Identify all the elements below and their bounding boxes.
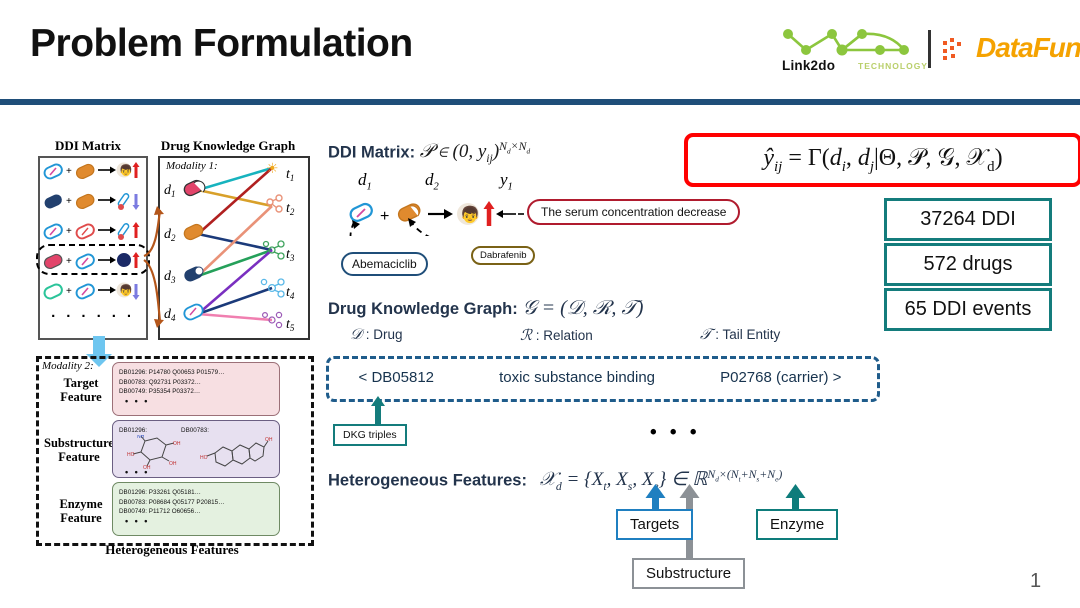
ddi-rows-ellipsis: · · · · · · [51, 308, 135, 325]
heterogeneous-features-label: Heterogeneous Features: [328, 471, 527, 490]
svg-text:HO: HO [200, 455, 208, 461]
dkg-definition: Drug Knowledge Graph: 𝒢 = (𝒟, ℛ, 𝒯) [328, 297, 643, 320]
dkg-domain-text: Drug [373, 327, 403, 342]
ddi-row-1: + 👦 [43, 162, 140, 180]
ddi-row-3: + [43, 222, 140, 240]
highlighted-ddi-row-outline [36, 244, 150, 275]
svg-text:HO: HO [127, 452, 135, 458]
dkg-definition-formula: 𝒢 = (𝒟, ℛ, 𝒯) [522, 297, 644, 319]
enzyme-feature-line-2: DB00783: P08684 Q05177 P20815… [119, 498, 225, 506]
header-divider [0, 99, 1080, 105]
d2-variable-label: d2 [425, 170, 439, 193]
svg-text:☀: ☀ [266, 160, 279, 176]
substructure-feature-ellipsis: • • • [125, 467, 150, 477]
svg-text:+: + [66, 286, 72, 297]
enzyme-feature-ellipsis: • • • [125, 515, 150, 526]
link2do-tagline: TECHNOLOGY [858, 61, 928, 71]
substructure-feature-label-line2: Feature [58, 450, 100, 464]
target-feature-line-1: DB01296: P14780 Q00653 P01579… [119, 369, 225, 376]
dkg-relation: ℛ : Relation [520, 328, 593, 344]
target-feature-line-2: DB00783: Q92731 P03372… [119, 378, 201, 386]
ddi-row-5: + 👦 [43, 282, 140, 300]
dkg-triples-arrow-icon [371, 396, 385, 426]
enzyme-feature-label-line2: Feature [60, 511, 102, 525]
substructure-feature-label: Substructure Feature [38, 436, 120, 464]
target-feature-label-line1: Target [63, 376, 99, 390]
enzyme-tag: Enzyme [756, 509, 839, 540]
dkg-relation-text: Relation [543, 328, 593, 343]
target-feature-label-line2: Feature [60, 390, 102, 404]
svg-text:OH: OH [173, 441, 181, 447]
model-formula-box: ŷij = Γ(di, dj|Θ, 𝒫, 𝒢, 𝒳d) [684, 133, 1080, 187]
dkg-tail-entity: 𝒯 : Tail Entity [700, 327, 781, 343]
page-number: 1 [1030, 570, 1042, 592]
drug-knowledge-graph-heading: Drug Knowledge Graph [160, 138, 296, 153]
ddi-matrix-heading: DDI Matrix [54, 138, 122, 153]
svg-text:👦: 👦 [119, 164, 133, 177]
dkg-triples-tag: DKG triples [333, 424, 407, 446]
molecule-structure-icon: HOOHOHOH NH HOOH [127, 434, 273, 471]
svg-text:+: + [66, 196, 72, 207]
ddi-matrix-definition: DDI Matrix: 𝒫 ∈ (0, yij)Nd×Nd [328, 140, 530, 166]
dkg-tail-symbol: 𝒯 [700, 327, 712, 343]
target-feature-label: Target Feature [40, 376, 122, 404]
serum-concentration-callout: The serum concentration decrease [527, 199, 741, 225]
target-feature-box: DB01296: P14780 Q00653 P01579… DB00783: … [112, 362, 280, 416]
abemaciclib-callout: Abemaciclib [341, 252, 428, 276]
ddi-matrix-definition-label: DDI Matrix: [328, 143, 416, 162]
target-feature-ellipsis: • • • [125, 395, 150, 406]
dkg-triple-head: < DB05812 [358, 368, 435, 386]
dabrafenib-callout: Dabrafenib [471, 246, 536, 265]
d1-variable-label: d1 [358, 170, 372, 193]
logo-area: Link2do TECHNOLOGY DataFun. [780, 26, 1080, 78]
ddi-row-2: + [44, 193, 140, 210]
svg-text:👦: 👦 [460, 205, 480, 224]
svg-text:+: + [66, 166, 72, 177]
datafun-dots-icon [943, 38, 961, 60]
dkg-definition-label: Drug Knowledge Graph: [328, 300, 518, 318]
stat-box-ddi-count: 37264 DDI [884, 198, 1052, 241]
dkg-triple-relation: toxic substance binding [499, 368, 656, 386]
dkg-domain-drug: 𝒟 : Drug [350, 327, 403, 343]
ddi-matrix-definition-formula: 𝒫 ∈ (0, yij)Nd×Nd [419, 140, 531, 166]
datafun-wordmark: DataFun. [976, 32, 1080, 63]
y1-variable-label: y1 [500, 170, 513, 193]
modality-2-label: Modality 2: [42, 360, 94, 372]
matrix-to-graph-connector-icon [143, 206, 164, 328]
dkg-triple-tail: P02768 (carrier) > [720, 368, 842, 386]
dkg-triple-content: < DB05812 toxic substance binding P02768… [326, 363, 874, 391]
svg-text:👦: 👦 [119, 284, 133, 297]
link2do-graph-icon [783, 29, 909, 56]
logo-divider [928, 30, 931, 68]
stat-box-event-count: 65 DDI events [884, 288, 1052, 331]
dkg-domain-symbol: 𝒟 [350, 327, 362, 343]
substructure-feature-box: DB01296: DB00783: HO OH OH OH NH HO OH • • • [112, 420, 280, 478]
link2do-wordmark: Link2do [782, 58, 836, 73]
enzyme-feature-label: Enzyme Feature [40, 497, 122, 525]
dkg-relation-symbol: ℛ [520, 328, 532, 344]
dkg-more-ellipsis: • • • [650, 422, 701, 443]
dkg-tail-text: Tail Entity [722, 327, 781, 342]
enzyme-feature-label-line1: Enzyme [59, 497, 103, 511]
kg-edges-and-nodes: ☀ [183, 160, 285, 329]
enzyme-feature-line-1: DB01296: P33261 Q05181… [119, 489, 201, 496]
enzyme-feature-box: DB01296: P33261 Q05181… DB00783: P08684 … [112, 482, 280, 536]
substructure-tag: Substructure [632, 558, 746, 589]
svg-text:OH: OH [265, 437, 273, 443]
model-formula-text: ŷij = Γ(di, dj|Θ, 𝒫, 𝒢, 𝒳d) [763, 144, 1003, 175]
svg-text:NH: NH [137, 435, 145, 440]
svg-text:+: + [66, 226, 72, 237]
heterogeneous-features-caption: Heterogeneous Features [105, 542, 239, 557]
substructure-feature-label-line1: Substructure [44, 436, 114, 450]
targets-tag: Targets [616, 509, 694, 540]
drug-knowledge-graph-panel: ☀ [158, 156, 310, 340]
page-title: Problem Formulation [30, 22, 413, 65]
modality-1-label: Modality 1: [166, 160, 218, 172]
stat-box-drug-count: 572 drugs [884, 243, 1052, 286]
svg-text:OH: OH [169, 461, 177, 467]
svg-text:+: + [380, 208, 389, 225]
